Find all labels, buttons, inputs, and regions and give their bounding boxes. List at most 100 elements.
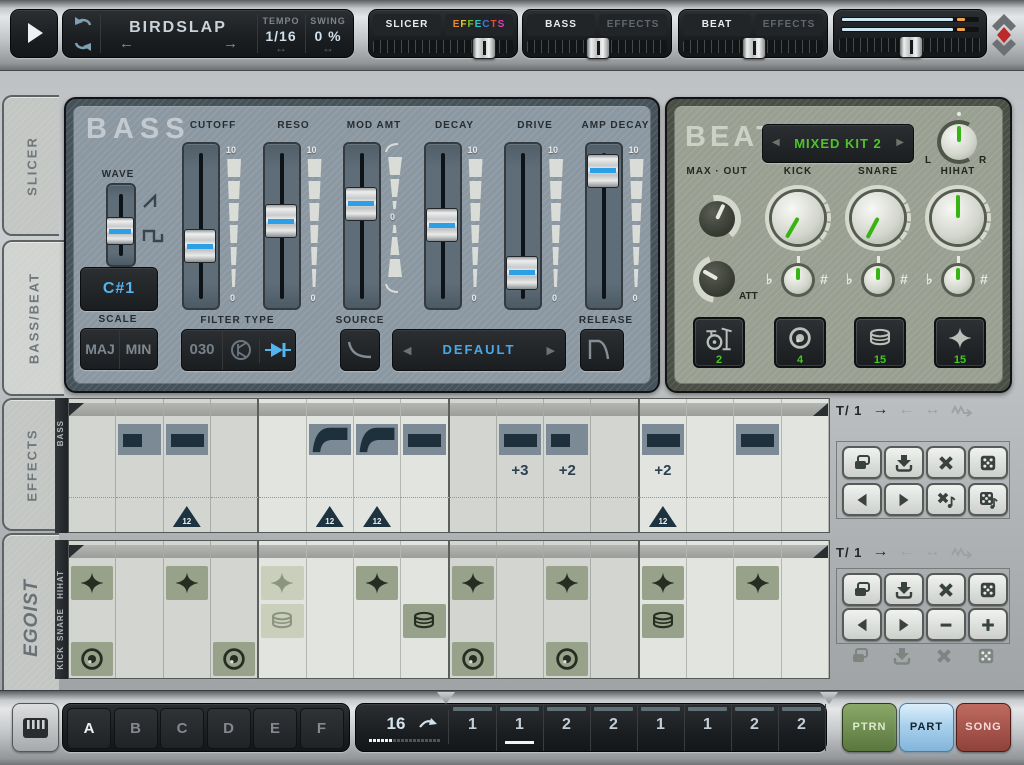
- clear-button[interactable]: [926, 573, 966, 606]
- snare-hit[interactable]: [642, 604, 684, 638]
- pattern-slot-7[interactable]: 2: [731, 704, 779, 751]
- bass-note[interactable]: [403, 424, 445, 455]
- seq-header-cell[interactable]: [687, 399, 734, 422]
- patch-prev-icon[interactable]: ←: [119, 37, 134, 51]
- snare-step-12[interactable]: [591, 602, 639, 640]
- prev-button[interactable]: [842, 608, 882, 641]
- bass-step-5[interactable]: [259, 422, 306, 457]
- effects-tab[interactable]: EFFECTS: [599, 14, 667, 36]
- seq-header-cell[interactable]: [401, 541, 449, 564]
- seq-header-cell[interactable]: [450, 399, 497, 422]
- bass-marker-4[interactable]: [211, 497, 259, 532]
- seq-header-cell[interactable]: [307, 541, 354, 564]
- drum-pad-1[interactable]: 2: [693, 317, 745, 368]
- drum-pad-3[interactable]: 15: [854, 317, 906, 368]
- snare-hit[interactable]: [261, 604, 303, 638]
- hihat-step-11[interactable]: [544, 564, 591, 602]
- decay-slider[interactable]: [426, 208, 458, 242]
- wave-slider[interactable]: [106, 217, 134, 245]
- hihat-step-1[interactable]: [69, 564, 116, 602]
- kick-step-6[interactable]: [307, 640, 354, 678]
- bass-step-14[interactable]: [687, 422, 734, 457]
- arrow-left[interactable]: ←: [898, 544, 914, 560]
- bass-transpose-10[interactable]: +3: [497, 457, 544, 497]
- slide-marker[interactable]: 12: [363, 506, 391, 527]
- amp-decay-slider[interactable]: [587, 154, 619, 188]
- bass-step-11[interactable]: [544, 422, 591, 457]
- hihat-hit[interactable]: [642, 566, 684, 600]
- bass-step-2[interactable]: [116, 422, 163, 457]
- bass-marker-8[interactable]: [401, 497, 449, 532]
- bass-transpose-4[interactable]: [211, 457, 259, 497]
- paste-global-button[interactable]: [891, 645, 913, 667]
- kick-step-11[interactable]: [544, 640, 591, 678]
- kick-step-16[interactable]: [782, 640, 829, 678]
- pattern-slot-1[interactable]: 1: [449, 704, 497, 751]
- mode-song-button[interactable]: SONG: [956, 703, 1011, 752]
- bass-transpose-5[interactable]: [259, 457, 306, 497]
- bass-marker-6[interactable]: 12: [307, 497, 354, 532]
- bass-marker-5[interactable]: [259, 497, 306, 532]
- clear-global-button[interactable]: [933, 645, 955, 667]
- snare-step-8[interactable]: [401, 602, 449, 640]
- bass-marker-9[interactable]: [450, 497, 497, 532]
- mode-ptrn-button[interactable]: PTRN: [842, 703, 897, 752]
- seq-header-cell[interactable]: [544, 399, 591, 422]
- mod-amt-slider[interactable]: [345, 187, 377, 221]
- bass-transpose-3[interactable]: [164, 457, 211, 497]
- next-button[interactable]: [884, 608, 924, 641]
- hihat-hit[interactable]: [546, 566, 588, 600]
- pattern-slot-8[interactable]: 2: [778, 704, 826, 751]
- preset-next-icon[interactable]: ▶: [547, 344, 555, 357]
- kick-step-9[interactable]: [450, 640, 497, 678]
- arrow-both[interactable]: ↔: [924, 544, 940, 560]
- seq-header-cell[interactable]: [450, 541, 497, 564]
- bass-transpose-1[interactable]: [69, 457, 116, 497]
- bass-preset-value[interactable]: DEFAULT: [393, 330, 565, 370]
- dice-note-button[interactable]: [968, 483, 1008, 516]
- seq-header-cell[interactable]: [116, 399, 163, 422]
- kick-step-14[interactable]: [687, 640, 734, 678]
- bass-step-6[interactable]: [307, 422, 354, 457]
- bass-step-10[interactable]: [497, 422, 544, 457]
- snare-step-2[interactable]: [116, 602, 163, 640]
- mod-source-button[interactable]: [340, 329, 380, 371]
- seq-header-cell[interactable]: [164, 399, 211, 422]
- copy-global-button[interactable]: [849, 645, 871, 667]
- bass-marker-3[interactable]: 12: [164, 497, 211, 532]
- pattern-slot-3[interactable]: 2: [543, 704, 591, 751]
- drive-slider[interactable]: [506, 256, 538, 290]
- bass-transpose-9[interactable]: [450, 457, 497, 497]
- seq-header-cell[interactable]: [401, 399, 449, 422]
- hihat-volume-knob[interactable]: [932, 192, 984, 244]
- hihat-tune-knob[interactable]: [944, 266, 972, 294]
- hihat-step-9[interactable]: [450, 564, 497, 602]
- hihat-step-12[interactable]: [591, 564, 639, 602]
- kick-step-13[interactable]: [640, 640, 687, 678]
- seq-header-cell[interactable]: [640, 541, 687, 564]
- beat-mix-slider[interactable]: [742, 37, 766, 59]
- minus-button[interactable]: [926, 608, 966, 641]
- snare-step-10[interactable]: [497, 602, 544, 640]
- seq-header-cell[interactable]: [69, 541, 116, 564]
- slicer-tab[interactable]: SLICER: [373, 14, 441, 36]
- kick-hit[interactable]: [213, 642, 255, 676]
- random-direction-icon[interactable]: [950, 545, 974, 559]
- kick-hit[interactable]: [546, 642, 588, 676]
- kick-step-12[interactable]: [591, 640, 639, 678]
- slicer-mix-slider[interactable]: [472, 37, 496, 59]
- bass-transpose-11[interactable]: +2: [544, 457, 591, 497]
- seq-header-cell[interactable]: [734, 399, 781, 422]
- tempo-drag-icon[interactable]: ↔: [257, 44, 305, 52]
- dice-button[interactable]: [968, 446, 1008, 479]
- seq-header-cell[interactable]: [354, 399, 401, 422]
- snare-volume-knob[interactable]: [852, 192, 904, 244]
- bass-step-8[interactable]: [401, 422, 449, 457]
- keyboard-button[interactable]: [12, 703, 59, 752]
- kit-name[interactable]: MIXED KIT 2: [763, 125, 913, 162]
- kick-step-15[interactable]: [734, 640, 781, 678]
- seq-header-cell[interactable]: [307, 399, 354, 422]
- copy-button[interactable]: [842, 573, 882, 606]
- filter-number-value[interactable]: 030: [182, 330, 223, 370]
- snare-step-1[interactable]: [69, 602, 116, 640]
